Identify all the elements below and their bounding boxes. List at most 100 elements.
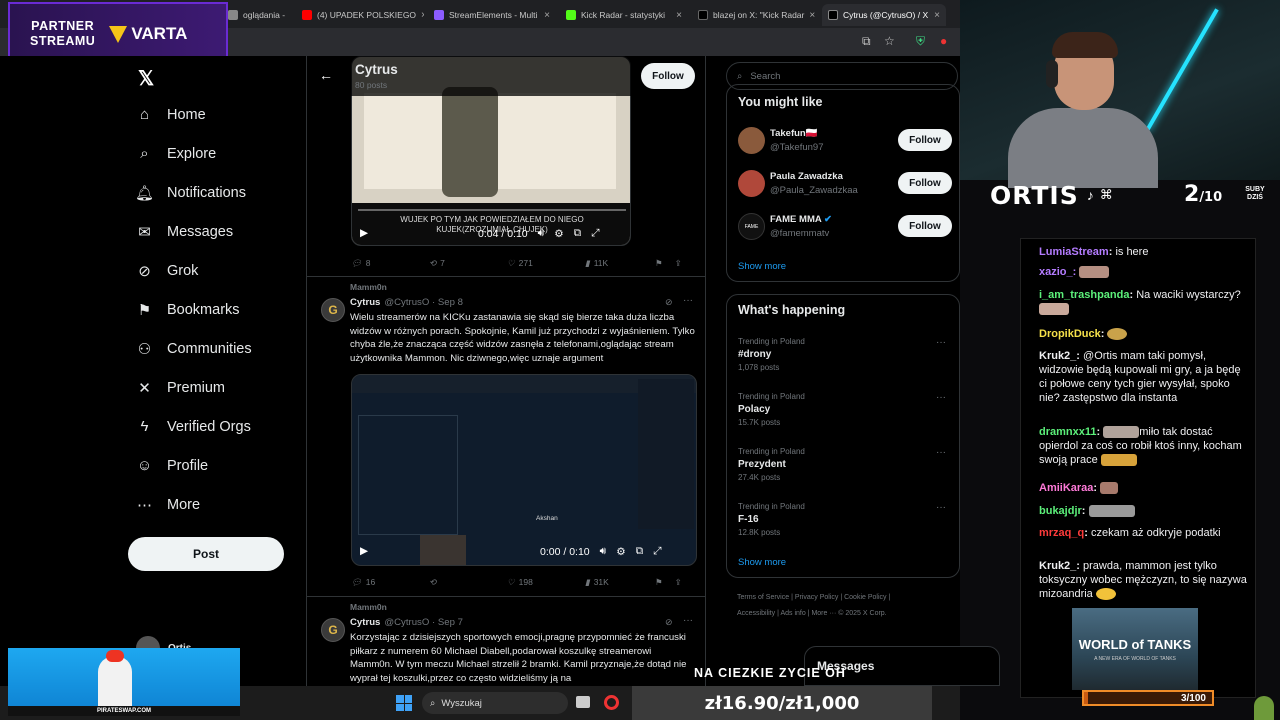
nav-grok[interactable]: ⊘ Grok	[136, 262, 198, 280]
suggestion-fame-mma[interactable]: FAME FAME MMA ✔ @famemmatv Follow	[738, 213, 952, 243]
share-icon[interactable]: ⇪	[675, 256, 682, 270]
tweet2-video[interactable]: Akshan ▶ 0:00 / 0:10 🔊︎ ⚙ ⧉ ⤢	[351, 374, 697, 566]
bookmark-tweet-icon[interactable]: ⚑	[655, 256, 663, 270]
follow-button[interactable]: Follow	[898, 172, 952, 194]
windows-start-icon[interactable]	[396, 695, 412, 711]
footer-links[interactable]: Terms of Service | Privacy Policy | Cook…	[737, 590, 957, 622]
nav-profile[interactable]: ☺ Profile	[136, 457, 208, 474]
nav-verified-orgs[interactable]: ϟ Verified Orgs	[136, 418, 251, 435]
follow-button[interactable]: Follow	[898, 129, 952, 151]
video2-controls-right: 0:00 / 0:10 🔊︎ ⚙ ⧉ ⤢	[540, 545, 662, 558]
subs-counter: 2/10	[1184, 182, 1223, 207]
install-icon[interactable]: ⧉	[862, 34, 871, 49]
reply-icon: 💬︎	[351, 257, 362, 268]
card-title: You might like	[738, 95, 823, 109]
trend-item[interactable]: Trending in Poland #drony 1,078 posts ···	[738, 337, 950, 372]
more-options-icon[interactable]: ···	[936, 337, 946, 348]
bookmark-star-icon[interactable]: ☆	[884, 34, 895, 48]
play-icon[interactable]: ▶	[360, 545, 368, 557]
nav-messages[interactable]: ✉ Messages	[136, 223, 233, 241]
trend-item[interactable]: Trending in Poland F-16 12.8K posts ···	[738, 502, 950, 537]
video-progress[interactable]	[358, 209, 626, 211]
reply-button[interactable]: 💬︎ 16	[351, 575, 429, 589]
tweet2-reposted-by[interactable]: Mamm0n	[350, 282, 387, 292]
pip-icon[interactable]: ⧉	[636, 545, 644, 558]
heart-icon: ♡	[507, 257, 515, 268]
chicken-comb	[106, 650, 124, 662]
suggestion-takefun[interactable]: Takefun🇵🇱 @Takefun97 Follow	[738, 127, 952, 157]
follow-button[interactable]: Follow	[641, 63, 695, 89]
views-button[interactable]: ▮ 11K	[585, 256, 655, 270]
browser-tab-3[interactable]: StreamElements - Multi ×	[428, 4, 556, 26]
nav-home[interactable]: ⌂ Home	[136, 106, 206, 123]
repost-button[interactable]: ⟲	[429, 575, 507, 589]
nav-more[interactable]: ⋯ More	[136, 496, 200, 514]
browser-tab-4[interactable]: Kick Radar - statystyki ×	[560, 4, 688, 26]
tweet3-avatar[interactable]: G	[321, 618, 345, 642]
follow-button[interactable]: Follow	[898, 215, 952, 237]
views-button[interactable]: ▮ 31K	[585, 575, 655, 589]
more-options-icon[interactable]: ···	[936, 392, 946, 403]
shield-icon[interactable]: ⛨	[916, 34, 925, 49]
close-tab-icon[interactable]: ×	[421, 10, 424, 21]
nav-explore[interactable]: ⌕ Explore	[136, 145, 216, 162]
x-logo-icon[interactable]: 𝕏	[138, 66, 154, 91]
more-options-icon[interactable]: ···	[683, 295, 693, 306]
browser-tab-1[interactable]: oglądania -	[222, 4, 294, 26]
more-options-icon[interactable]: ···	[683, 615, 693, 626]
share-icon[interactable]: ⇪	[675, 575, 682, 589]
price-bar: zł16.90/zł1,000	[632, 686, 932, 720]
like-button[interactable]: ♡ 271	[507, 256, 585, 270]
like-button[interactable]: ♡ 198	[507, 575, 585, 589]
task-view-icon[interactable]	[576, 696, 590, 708]
nav-communities[interactable]: ⚇ Communities	[136, 340, 252, 358]
streamer-name: ORTIS	[990, 180, 1079, 210]
fullscreen-icon[interactable]: ⤢	[653, 545, 661, 558]
tweet2-avatar[interactable]: G	[321, 298, 345, 322]
opera-icon[interactable]	[604, 695, 619, 710]
close-tab-icon[interactable]: ×	[676, 10, 682, 21]
browser-tab-6-active[interactable]: Cytrus (@CytrusO) / X ×	[822, 4, 946, 26]
chat-message: AmiiKaraa:	[1039, 481, 1251, 495]
browser-tab-5[interactable]: blazej on X: "Kick Radar ×	[692, 4, 820, 26]
taskbar-search-input[interactable]: ⌕ Wyszukaj	[422, 692, 568, 714]
video2-controls: ▶	[360, 545, 368, 557]
tweet1-actions: 💬︎ 8 ⟲ 7 ♡ 271 ▮ 11K ⚑ ⇪	[351, 256, 691, 270]
back-arrow-icon[interactable]: ←	[319, 67, 333, 83]
play-icon[interactable]: ▶	[360, 227, 368, 239]
nav-notifications[interactable]: 🔔︎ Notifications	[135, 184, 246, 202]
tweet3-reposted-by[interactable]: Mamm0n	[350, 602, 387, 612]
nav-bookmarks[interactable]: ⚑ Bookmarks	[136, 301, 240, 319]
volume-icon[interactable]: 🔊︎	[600, 545, 607, 558]
trend-item[interactable]: Trending in Poland Polacy 15.7K posts ···	[738, 392, 950, 427]
reply-button[interactable]: 💬︎ 8	[351, 256, 429, 270]
tweet2-actions: 💬︎ 16 ⟲ ♡ 198 ▮ 31K ⚑ ⇪	[351, 575, 691, 589]
repost-button[interactable]: ⟲ 7	[429, 256, 507, 270]
suggestion-paula[interactable]: Paula Zawadzka @Paula_Zawadzkaa Follow	[738, 170, 952, 200]
browser-tab-2[interactable]: (4) UPADEK POLSKIEGO ×	[296, 4, 424, 26]
post-button[interactable]: Post	[128, 537, 284, 571]
pip-icon[interactable]: ⧉	[574, 227, 582, 240]
partner-text: PARTNER STREAMU	[30, 19, 96, 48]
extension-icon[interactable]: ●	[940, 34, 947, 48]
nav-premium[interactable]: ✕ Premium	[136, 379, 225, 397]
bookmark-tweet-icon[interactable]: ⚑	[655, 575, 663, 589]
more-options-icon[interactable]: ···	[936, 447, 946, 458]
grok-tweet-icon[interactable]: ⊘	[665, 297, 673, 308]
marquee-text: NA CIEZKIE ZYCIE OH	[694, 666, 846, 680]
volume-icon[interactable]: 🔊︎	[538, 227, 545, 240]
close-tab-icon[interactable]: ×	[809, 10, 815, 21]
settings-icon[interactable]: ⚙	[616, 546, 625, 558]
fullscreen-icon[interactable]: ⤢	[591, 227, 599, 240]
grok-tweet-icon[interactable]: ⊘	[665, 617, 673, 628]
close-tab-icon[interactable]: ×	[544, 10, 550, 21]
close-tab-icon[interactable]: ×	[934, 10, 940, 21]
show-more-link[interactable]: Show more	[738, 557, 786, 568]
trend-item[interactable]: Trending in Poland Prezydent 27.4K posts ··…	[738, 447, 950, 482]
search-icon: ⌕	[737, 70, 743, 82]
repost-icon: ⟲	[429, 257, 437, 268]
show-more-link[interactable]: Show more	[738, 261, 786, 272]
x-premium-icon: ✕	[138, 379, 151, 397]
more-options-icon[interactable]: ···	[936, 502, 946, 513]
settings-icon[interactable]: ⚙	[554, 228, 563, 240]
